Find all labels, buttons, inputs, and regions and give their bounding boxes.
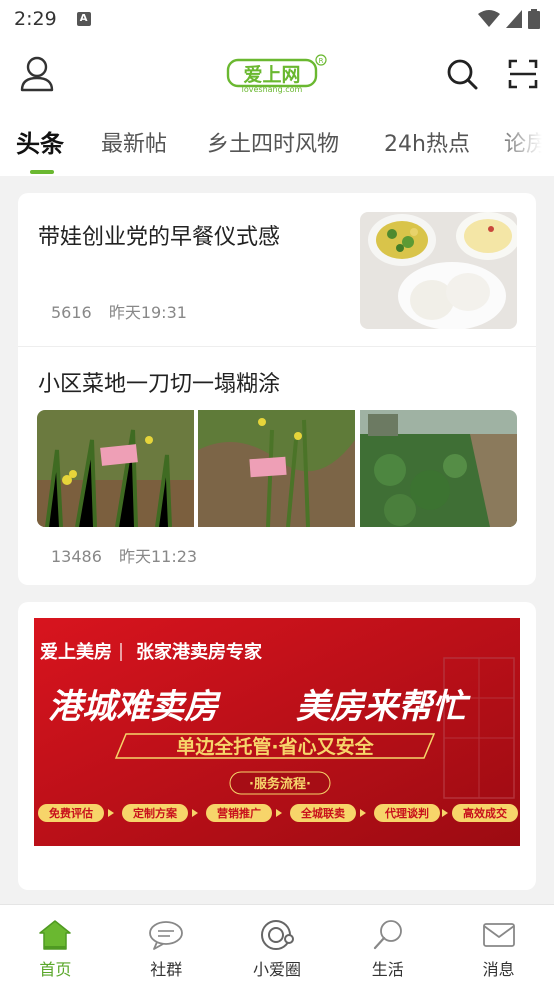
nav-community[interactable]: 社群: [111, 905, 222, 984]
article-item[interactable]: 小区菜地一刀切一塌糊涂 13486 昨天11:23: [18, 347, 536, 585]
nav-messages[interactable]: 消息: [443, 905, 554, 984]
active-tab-indicator: [30, 170, 54, 174]
ad-process-title: ·服务流程·: [249, 776, 311, 792]
battery-icon: [528, 9, 540, 29]
notification-a-icon: A: [76, 12, 91, 26]
tab-latest-posts[interactable]: 最新帖: [101, 126, 167, 158]
magnifier-icon: [373, 920, 402, 950]
app-header: 爱上网 loveshang.com R: [0, 38, 554, 112]
user-profile-icon[interactable]: [20, 56, 54, 92]
tab-rural-seasons[interactable]: 乡土四时风物: [207, 126, 339, 158]
nav-home[interactable]: 首页: [0, 905, 111, 984]
article-image[interactable]: [359, 410, 517, 527]
nav-label: 小爱圈: [252, 960, 301, 979]
article-item[interactable]: 带娃创业党的早餐仪式感 5616 昨天19:31: [18, 193, 536, 347]
ad-step: 定制方案: [133, 806, 178, 820]
article-thumbnail[interactable]: [360, 212, 517, 329]
status-right: [478, 9, 540, 29]
article-image-row: [37, 410, 517, 527]
article-meta: 5616 昨天19:31: [51, 299, 187, 323]
ad-card: 爱上美房 张家港卖房专家 港城难卖房 美房来帮忙 单边全托管·省心又安全 ·服务…: [18, 602, 536, 890]
home-icon: [39, 920, 72, 950]
ad-tagline: 张家港卖房专家: [136, 641, 263, 663]
signal-icon: [506, 10, 522, 28]
nav-label: 生活: [371, 960, 404, 979]
ad-step: 高效成交: [463, 806, 507, 820]
ad-banner[interactable]: 爱上美房 张家港卖房专家 港城难卖房 美房来帮忙 单边全托管·省心又安全 ·服务…: [34, 618, 520, 846]
breakfast-photo: [360, 212, 517, 329]
ad-step: 营销推广: [217, 806, 261, 820]
article-image[interactable]: [198, 410, 356, 527]
wifi-icon: [478, 10, 500, 27]
category-tabs: 头条 最新帖 乡土四时风物 24h热点 论房: [0, 112, 554, 176]
ad-banner-graphic: 爱上美房 张家港卖房专家 港城难卖房 美房来帮忙 单边全托管·省心又安全 ·服务…: [34, 618, 520, 846]
article-time: 昨天19:31: [108, 303, 187, 322]
article-title[interactable]: 小区菜地一刀切一塌糊涂: [38, 366, 280, 398]
chat-bubble-icon: [149, 921, 184, 950]
nav-circle[interactable]: 小爱圈: [222, 905, 333, 984]
feed-card: 带娃创业党的早餐仪式感 5616 昨天19:31 小区菜地一刀切一塌糊涂 134…: [18, 193, 536, 585]
ad-step: 免费评估: [49, 806, 93, 820]
ad-subline: 单边全托管·省心又安全: [176, 735, 374, 758]
search-icon[interactable]: [446, 58, 478, 90]
mail-icon: [482, 923, 515, 947]
status-time: 2:29: [14, 8, 57, 30]
tab-24h-hot[interactable]: 24h热点: [384, 126, 470, 158]
ad-headline-left: 港城难卖房: [48, 687, 222, 727]
nav-life[interactable]: 生活: [332, 905, 443, 984]
ad-step: 代理谈判: [384, 806, 429, 820]
article-meta: 13486 昨天11:23: [51, 543, 197, 567]
article-image[interactable]: [37, 410, 194, 527]
article-views: 13486: [51, 547, 102, 566]
status-bar: 2:29 A: [0, 0, 554, 38]
ad-headline-right: 美房来帮忙: [296, 687, 471, 727]
app-logo: 爱上网 loveshang.com R: [226, 54, 327, 94]
garden-photo: [37, 410, 194, 527]
logo-text: 爱上网: [243, 64, 300, 86]
article-time: 昨天11:23: [119, 547, 198, 566]
garden-photo: [198, 410, 356, 527]
tab-headlines[interactable]: 头条: [16, 124, 64, 159]
circle-icon: [260, 920, 294, 950]
tabs-fade: [494, 112, 554, 176]
article-title[interactable]: 带娃创业党的早餐仪式感: [38, 219, 280, 251]
nav-label: 首页: [39, 960, 72, 979]
nav-label: 社群: [150, 960, 183, 979]
ad-step: 全城联卖: [300, 806, 345, 820]
article-views: 5616: [51, 303, 92, 322]
nav-label: 消息: [482, 960, 515, 979]
garden-photo: [359, 410, 517, 527]
scan-icon[interactable]: [508, 58, 538, 90]
bottom-navigation: 首页 社群 小爱圈 生活 消息: [0, 904, 554, 984]
logo-subtext: loveshang.com: [242, 85, 303, 94]
ad-brand: 爱上美房: [40, 641, 112, 663]
logo-registered-mark: R: [319, 57, 324, 65]
